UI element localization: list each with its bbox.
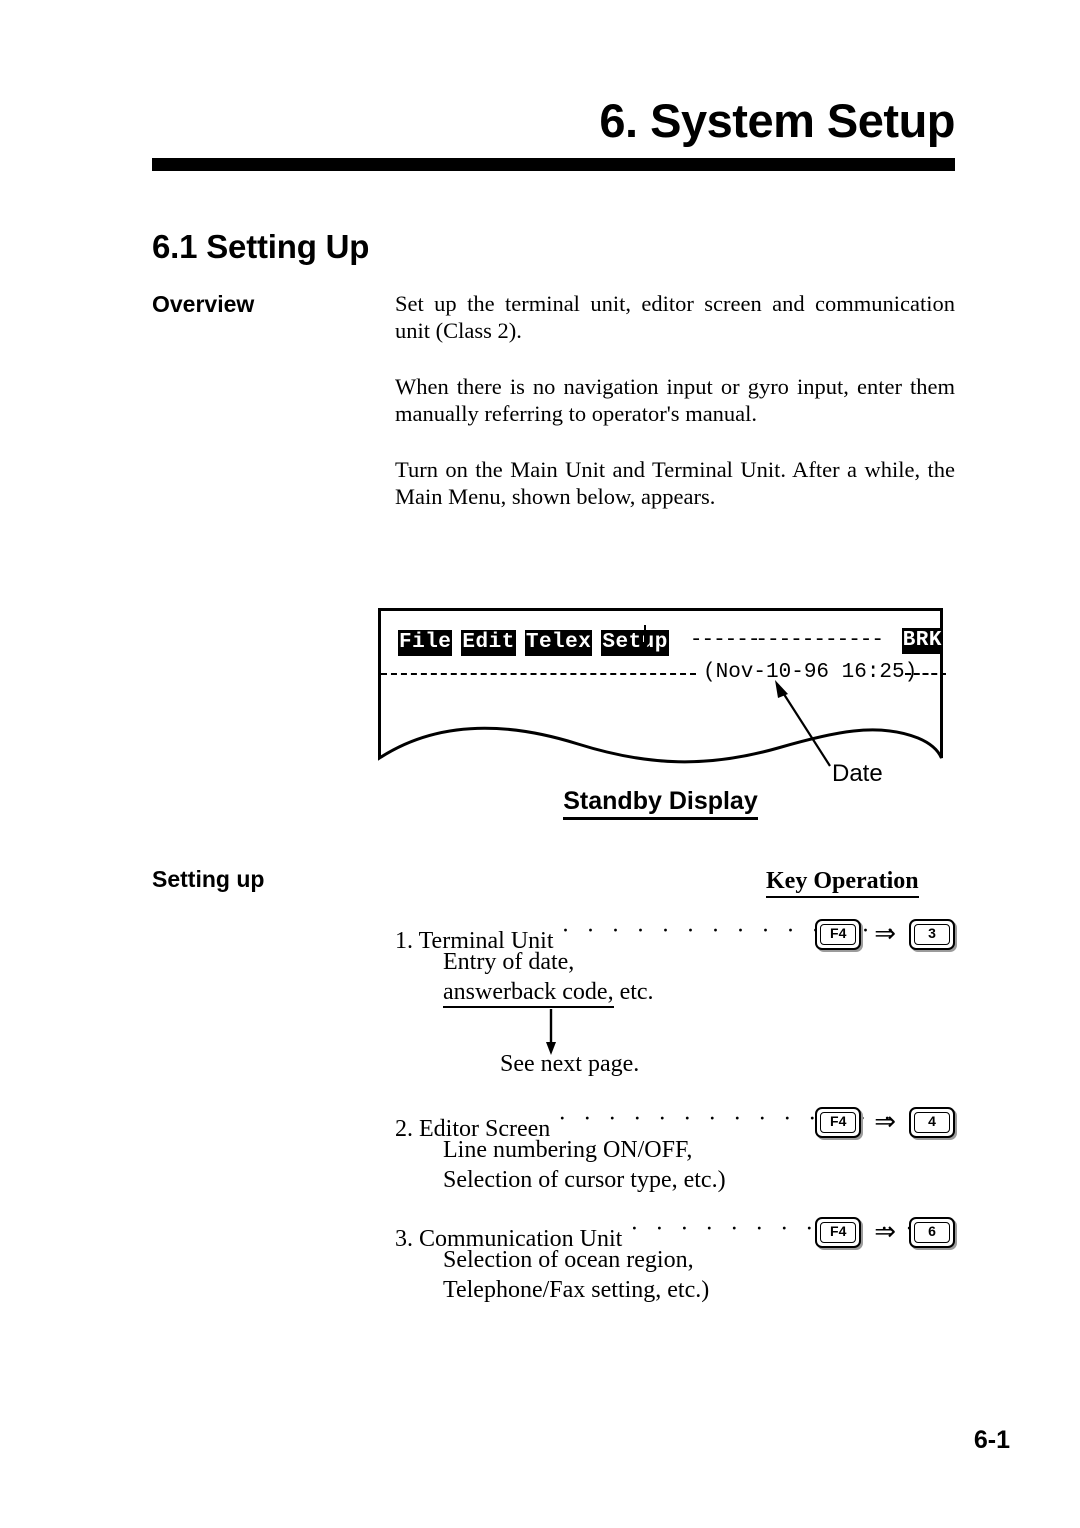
- key-label: 6: [914, 1221, 950, 1243]
- step-title: 3. Communication Unit: [395, 1226, 623, 1252]
- screen-menu-bar: File Edit Telex Setup ------ ----------- BRK: [398, 625, 943, 656]
- overview-paragraph: Turn on the Main Unit and Terminal Unit.…: [395, 457, 955, 509]
- step-editor-screen: 2. Editor Screen · · · · · · · · · · · · …: [395, 1103, 955, 1195]
- key-operation-heading: Key Operation: [766, 868, 919, 898]
- key-label: F4: [820, 923, 857, 945]
- status-dash-right: [905, 673, 946, 675]
- down-arrow-icon: [546, 1009, 556, 1055]
- step-detail-line: Selection of cursor type, etc.): [443, 1167, 726, 1193]
- date-callout-arrow-icon: [775, 680, 831, 767]
- step-title: 1. Terminal Unit: [395, 928, 554, 954]
- figure-caption-text: Standby Display: [563, 787, 758, 820]
- key-sequence-arrow-icon: ⇒: [874, 1106, 896, 1137]
- step-communication-unit: 3. Communication Unit · · · · · · · · · ·…: [395, 1213, 955, 1305]
- section-title: 6.1 Setting Up: [152, 228, 370, 265]
- step-terminal-unit: 1. Terminal Unit · · · · · · · · · · · · …: [395, 915, 955, 1085]
- key-sequence-arrow-icon: ⇒: [874, 1216, 896, 1247]
- key-sequence-arrow-icon: ⇒: [874, 918, 896, 949]
- key-sequence: F4 ⇒ 6: [815, 1215, 955, 1248]
- page-number: 6-1: [973, 1426, 1010, 1454]
- key-f4[interactable]: F4: [815, 1106, 862, 1138]
- key-label: 3: [914, 923, 950, 945]
- document-page: 6. System Setup 6.1 Setting Up Overview …: [0, 0, 1080, 1528]
- key-f4[interactable]: F4: [815, 918, 862, 950]
- see-next-page-text: See next page.: [500, 1051, 640, 1077]
- figure-caption: Standby Display: [378, 787, 943, 820]
- key-sequence: F4 ⇒ 3: [815, 917, 955, 950]
- menu-item-setup[interactable]: Setup: [601, 630, 669, 656]
- menu-filler-dash-left: ------: [689, 629, 761, 652]
- date-callout-label: Date: [832, 760, 883, 787]
- key-label: F4: [820, 1221, 857, 1243]
- chapter-title: 6. System Setup: [599, 94, 955, 147]
- see-next-page-callout: See next page.: [395, 1007, 955, 1085]
- screen-status-line: (Nov-10-96 16:25): [381, 660, 946, 686]
- step-detail-line-underlined: answerback code, etc.: [395, 977, 955, 1008]
- menu-item-brk[interactable]: BRK: [901, 628, 943, 654]
- step-title: 2. Editor Screen: [395, 1116, 551, 1142]
- status-dash-left: [381, 673, 696, 675]
- setup-pointer-arrow-icon: [641, 625, 649, 651]
- setting-up-steps: 1. Terminal Unit · · · · · · · · · · · · …: [395, 915, 955, 1323]
- setting-up-label: Setting up: [152, 866, 265, 892]
- step-header: 2. Editor Screen · · · · · · · · · · · · …: [395, 1103, 955, 1142]
- chapter-rule: [152, 158, 955, 171]
- menu-item-file[interactable]: File: [398, 630, 453, 656]
- step-header: 1. Terminal Unit · · · · · · · · · · · · …: [395, 915, 955, 954]
- step-detail-underlined-text: answerback code,: [443, 979, 614, 1008]
- overview-body: Set up the terminal unit, editor screen …: [395, 290, 955, 510]
- step-detail-tail-text: etc.: [613, 979, 654, 1005]
- key-4[interactable]: 4: [909, 1106, 955, 1138]
- key-f4[interactable]: F4: [815, 1216, 862, 1248]
- overview-paragraph: When there is no navigation input or gyr…: [395, 374, 955, 426]
- standby-display-figure: File Edit Telex Setup ------ ----------- BRK…: [378, 608, 948, 828]
- key-label: F4: [820, 1111, 857, 1133]
- step-detail-line: Telephone/Fax setting, etc.): [443, 1277, 710, 1303]
- menu-filler-dash-right: -----------: [755, 629, 884, 652]
- key-sequence: F4 ⇒ 4: [815, 1105, 955, 1138]
- menu-item-telex[interactable]: Telex: [524, 630, 593, 656]
- overview-label: Overview: [152, 291, 255, 317]
- overview-paragraph: Set up the terminal unit, editor screen …: [395, 291, 955, 343]
- menu-item-edit[interactable]: Edit: [461, 630, 516, 656]
- key-3[interactable]: 3: [909, 918, 955, 950]
- key-label: 4: [914, 1111, 950, 1133]
- step-header: 3. Communication Unit · · · · · · · · · ·…: [395, 1213, 955, 1252]
- key-6[interactable]: 6: [909, 1216, 955, 1248]
